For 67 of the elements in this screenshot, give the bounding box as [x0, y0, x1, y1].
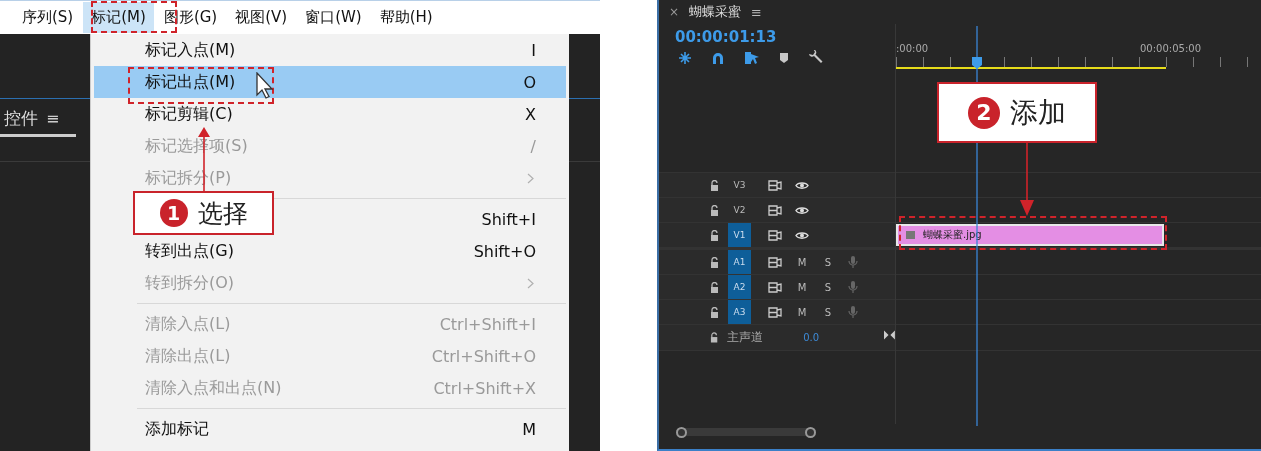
menu-bar-item[interactable]: 窗口(W)	[297, 2, 370, 33]
film-icon[interactable]	[768, 306, 782, 318]
menu-bar-item[interactable]: 序列(S)	[14, 2, 82, 33]
track-target-button[interactable]: A2	[728, 275, 751, 299]
wrench-icon[interactable]	[808, 50, 823, 65]
bowtie-icon[interactable]	[884, 329, 895, 340]
panel-tab[interactable]: 控件	[4, 107, 38, 130]
track-name: 主声道	[727, 329, 764, 346]
shortcut-text: Shift+I	[481, 209, 536, 229]
film-icon[interactable]	[768, 256, 782, 268]
film-icon[interactable]	[768, 281, 782, 293]
lock-icon[interactable]	[710, 229, 719, 241]
timecode[interactable]: 00:00:01:13	[675, 28, 777, 46]
track-target-button[interactable]: V2	[728, 198, 751, 222]
snowflake-icon[interactable]	[678, 50, 692, 65]
menu-item[interactable]: 标记出点(M) O	[94, 66, 566, 98]
solo-button[interactable]: S	[822, 256, 834, 268]
film-icon[interactable]	[768, 179, 782, 191]
solo-button[interactable]: S	[822, 281, 834, 293]
menu-item[interactable]: 添加标记 M	[94, 413, 566, 445]
film-icon[interactable]	[768, 204, 782, 216]
track-target-button[interactable]: V1	[728, 223, 751, 247]
fx-icon	[906, 231, 915, 239]
microphone-icon[interactable]	[848, 255, 858, 269]
menu-item[interactable]: 标记入点(M) I	[94, 34, 566, 66]
mute-button[interactable]: M	[796, 306, 808, 318]
menu-item[interactable]: 标记剪辑(C) X	[94, 98, 566, 130]
sequence-tab[interactable]: 蝴蝶采蜜	[689, 3, 742, 21]
panel-menu-icon[interactable]: ≡	[46, 109, 60, 128]
lock-icon[interactable]	[710, 281, 719, 293]
menu-bar-item[interactable]: 视图(V)	[227, 2, 296, 33]
time-ruler[interactable]: :00:00 00:00:05:00	[896, 24, 1261, 71]
track-target-button[interactable]: V3	[728, 173, 751, 197]
panel-menu-icon[interactable]: ≡	[751, 4, 762, 20]
linked-selection-icon[interactable]	[744, 50, 760, 65]
menu-bar-item[interactable]: 帮助(H)	[371, 2, 441, 33]
mute-button[interactable]: M	[796, 281, 808, 293]
magnet-icon[interactable]	[711, 50, 725, 65]
microphone-icon[interactable]	[848, 305, 858, 319]
callout-text: 选择	[197, 197, 248, 230]
track-target-button[interactable]: A3	[728, 300, 751, 324]
eye-icon[interactable]	[795, 205, 809, 215]
menu-item[interactable]: 转到出点(G) Shift+O	[94, 235, 566, 267]
callout-text: 添加	[1010, 94, 1066, 131]
lock-icon[interactable]	[710, 179, 719, 191]
close-icon[interactable]: ×	[669, 5, 680, 19]
zoom-scrollbar[interactable]	[676, 428, 816, 436]
solo-button[interactable]: S	[822, 306, 834, 318]
mute-button[interactable]: M	[796, 256, 808, 268]
step-number: 2	[968, 96, 1000, 129]
marker-icon[interactable]	[779, 51, 789, 64]
lock-icon[interactable]	[710, 332, 719, 343]
chevron-right-icon	[527, 277, 534, 289]
step-number: 1	[159, 199, 188, 227]
chevron-right-icon	[527, 172, 534, 184]
mouse-pointer-icon	[256, 72, 276, 99]
ruler-label: 00:00:05:00	[1140, 43, 1201, 54]
volume-value[interactable]: 0.0	[803, 332, 820, 343]
eye-icon[interactable]	[795, 230, 809, 240]
lock-icon[interactable]	[710, 204, 719, 216]
ruler-label: :00:00	[896, 43, 929, 54]
lock-icon[interactable]	[710, 256, 719, 268]
eye-icon[interactable]	[795, 180, 809, 190]
track-target-button[interactable]: A1	[728, 250, 751, 274]
film-icon[interactable]	[768, 229, 782, 241]
microphone-icon[interactable]	[848, 280, 858, 294]
lock-icon[interactable]	[710, 306, 719, 318]
